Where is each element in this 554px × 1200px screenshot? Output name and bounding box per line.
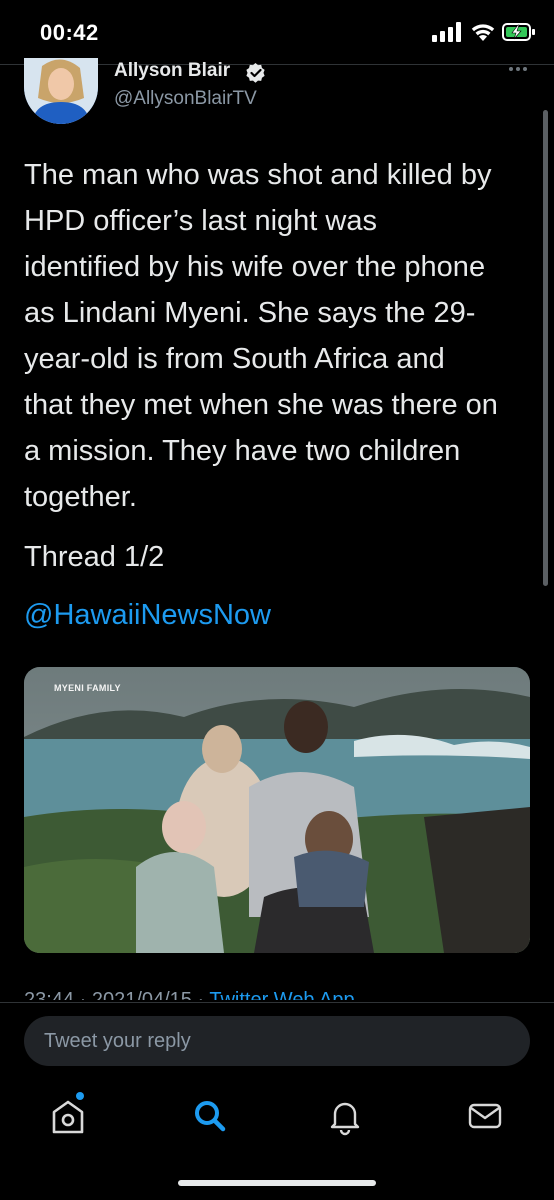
bottom-tab-bar	[0, 1078, 554, 1158]
tab-messages[interactable]	[465, 1096, 505, 1136]
source-link[interactable]: Twitter Web App	[209, 989, 354, 1000]
home-icon	[52, 1100, 84, 1134]
status-time: 00:42	[40, 20, 99, 45]
tab-search[interactable]	[190, 1096, 230, 1136]
battery-charging-icon	[502, 23, 535, 41]
more-options-icon[interactable]	[508, 66, 528, 72]
reply-divider	[0, 1002, 554, 1003]
avatar[interactable]	[24, 58, 98, 124]
avatar-image	[24, 58, 98, 124]
author-name[interactable]: Allyson Blair	[114, 60, 230, 82]
messages-icon	[468, 1103, 502, 1129]
home-indicator[interactable]	[178, 1180, 376, 1186]
verified-icon	[246, 63, 265, 83]
wifi-icon	[471, 24, 495, 41]
notifications-icon	[330, 1102, 360, 1136]
tab-home[interactable]	[48, 1092, 88, 1136]
tweet-media-photo[interactable]: MYENI FAMILY	[24, 667, 530, 953]
family-photo	[24, 667, 530, 953]
tweet-timestamp: 23:44 · 2021/04/15 · Twitter Web App	[24, 986, 444, 1000]
tweet-text: The man who was shot and killed by HPD o…	[24, 159, 498, 513]
author-handle[interactable]: @AllysonBlairTV	[114, 88, 257, 110]
search-icon	[195, 1101, 226, 1132]
scrollbar[interactable]	[543, 110, 548, 586]
timestamp-text: 23:44 · 2021/04/15 ·	[24, 989, 210, 1000]
mention-link[interactable]: @HawaiiNewsNow	[24, 592, 271, 638]
media-caption: MYENI FAMILY	[54, 683, 121, 693]
reply-input[interactable]: Tweet your reply	[24, 1016, 530, 1066]
tab-notifications[interactable]	[325, 1096, 365, 1136]
signal-icon	[432, 22, 461, 42]
reply-placeholder: Tweet your reply	[44, 1030, 191, 1052]
thread-label: Thread 1/2	[24, 541, 165, 573]
new-content-dot	[76, 1092, 84, 1100]
status-bar: 00:42	[0, 0, 554, 64]
